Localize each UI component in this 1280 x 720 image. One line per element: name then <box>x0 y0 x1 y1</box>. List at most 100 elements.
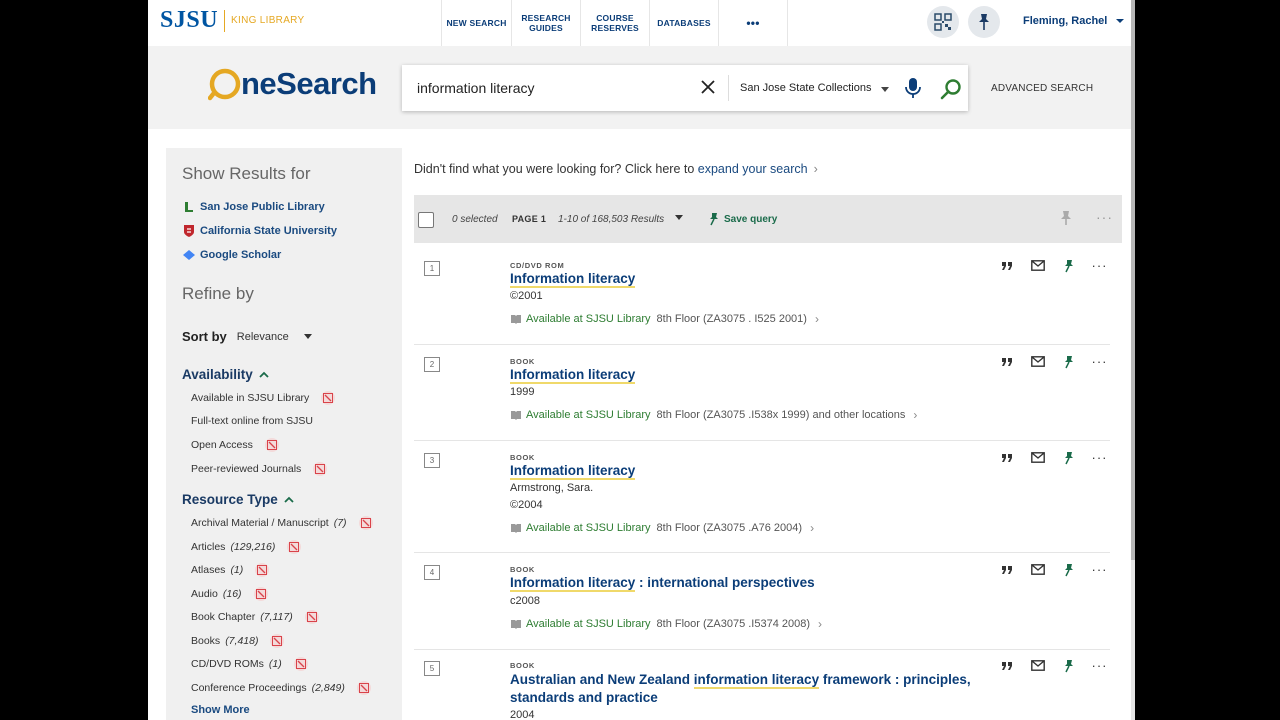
pin-icon[interactable] <box>1053 451 1084 465</box>
advanced-search-link[interactable]: ADVANCED SEARCH <box>991 83 1093 94</box>
more-actions-icon[interactable]: ··· <box>1096 209 1113 225</box>
microphone-icon[interactable] <box>904 77 922 99</box>
facets-sidebar: Show Results for San Jose Public Library… <box>166 148 402 720</box>
user-menu[interactable]: Fleming, Rachel <box>1023 15 1125 27</box>
exclude-icon[interactable] <box>313 462 328 476</box>
exclude-icon[interactable] <box>321 391 336 405</box>
facet-resource-type[interactable]: CD/DVD ROMs (1) <box>191 657 308 671</box>
result-title[interactable]: Information literacy <box>510 462 980 480</box>
expand-search-link[interactable]: expand your search <box>698 162 808 176</box>
exclude-icon[interactable] <box>304 610 319 624</box>
availability-status: Available at SJSU Library <box>526 522 651 534</box>
cite-icon[interactable] <box>991 357 1022 367</box>
availability-link[interactable]: Available at SJSU Library 8th Floor (ZA3… <box>510 312 819 326</box>
email-icon[interactable] <box>1022 356 1053 367</box>
pin-page-icon[interactable] <box>1060 210 1072 226</box>
pinned-items-button[interactable] <box>968 6 1000 38</box>
search-input[interactable]: information literacy <box>417 80 535 96</box>
exclude-icon[interactable] <box>264 438 279 452</box>
cite-icon[interactable] <box>991 261 1022 271</box>
pin-icon[interactable] <box>1053 659 1084 673</box>
qr-code-button[interactable] <box>927 6 959 38</box>
page-indicator: PAGE 1 <box>512 214 547 224</box>
availability-status: Available at SJSU Library <box>526 313 651 325</box>
email-icon[interactable] <box>1022 564 1053 575</box>
pin-icon[interactable] <box>1053 355 1084 369</box>
availability-link[interactable]: Available at SJSU Library 8th Floor (ZA3… <box>510 521 814 535</box>
nav-new-search[interactable]: NEW SEARCH <box>441 0 511 46</box>
facet-peer-reviewed[interactable]: Peer-reviewed Journals <box>191 462 328 476</box>
facet-resource-type[interactable]: Conference Proceedings (2,849) <box>191 681 371 695</box>
facet-resource-type[interactable]: Atlases (1) <box>191 563 270 577</box>
more-icon[interactable]: ··· <box>1084 258 1115 273</box>
facet-resource-type[interactable]: Articles (129,216) <box>191 540 302 554</box>
logo-divider <box>224 9 226 32</box>
facet-count: (1) <box>230 564 244 576</box>
email-icon[interactable] <box>1022 260 1053 271</box>
facet-full-text-online[interactable]: Full-text online from SJSU <box>191 415 313 427</box>
nav-course-reserves-label: COURSE RESERVES <box>591 13 639 33</box>
more-icon[interactable]: ··· <box>1084 562 1115 577</box>
result-date: c2008 <box>510 595 540 607</box>
exclude-icon[interactable] <box>255 563 270 577</box>
clear-search-icon[interactable] <box>700 78 716 96</box>
nav-more-button[interactable]: ••• <box>718 0 788 46</box>
pin-icon[interactable] <box>1053 259 1084 273</box>
exclude-icon[interactable] <box>358 516 373 530</box>
cite-icon[interactable] <box>991 565 1022 575</box>
nav-course-reserves[interactable]: COURSE RESERVES <box>580 0 649 46</box>
app-window: SJSU KING LIBRARY NEW SEARCH RESEARCH GUI… <box>148 0 1131 720</box>
facet-count: (7,418) <box>225 635 259 647</box>
facet-available-sjsu[interactable]: Available in SJSU Library <box>191 391 336 405</box>
result-author: Armstrong, Sara. <box>510 482 594 494</box>
availability-heading[interactable]: Availability <box>182 367 269 382</box>
more-icon[interactable]: ··· <box>1084 354 1115 369</box>
nav-databases[interactable]: DATABASES <box>649 0 718 46</box>
link-california-state-university[interactable]: California State University <box>182 224 337 238</box>
facet-open-access[interactable]: Open Access <box>191 438 279 452</box>
sort-control[interactable]: Sort by Relevance <box>182 329 313 344</box>
availability-link[interactable]: Available at SJSU Library 8th Floor (ZA3… <box>510 408 917 422</box>
resource-type-heading[interactable]: Resource Type <box>182 492 294 507</box>
facet-count: (16) <box>222 588 242 600</box>
nav-research-guides[interactable]: RESEARCH GUIDES <box>511 0 580 46</box>
more-icon[interactable]: ··· <box>1084 658 1115 673</box>
sjsu-king-library-logo[interactable]: SJSU KING LIBRARY <box>160 7 304 34</box>
facet-resource-type[interactable]: Audio (16) <box>191 587 268 601</box>
link-san-jose-public-library[interactable]: San Jose Public Library <box>182 200 325 214</box>
email-icon[interactable] <box>1022 660 1053 671</box>
exclude-icon[interactable] <box>253 587 268 601</box>
page-scrollbar[interactable] <box>1131 0 1135 720</box>
scope-caret-icon[interactable] <box>880 86 890 94</box>
result-title[interactable]: Australian and New Zealand information l… <box>510 671 980 707</box>
search-icon[interactable] <box>940 78 962 100</box>
email-icon[interactable] <box>1022 452 1053 463</box>
availability-link[interactable]: Available at SJSU Library 8th Floor (ZA3… <box>510 617 822 631</box>
more-icon[interactable]: ··· <box>1084 450 1115 465</box>
pin-icon[interactable] <box>1053 563 1084 577</box>
facet-resource-type[interactable]: Archival Material / Manuscript (7) <box>191 516 373 530</box>
result-title[interactable]: Information literacy : international per… <box>510 574 980 592</box>
range-caret-icon[interactable] <box>674 214 684 222</box>
exclude-icon[interactable] <box>270 634 285 648</box>
result-number: 3 <box>424 453 440 468</box>
facet-resource-type[interactable]: Books (7,418) <box>191 634 285 648</box>
save-query-button[interactable]: Save query <box>708 212 777 226</box>
cite-icon[interactable] <box>991 453 1022 463</box>
result-title[interactable]: Information literacy <box>510 270 980 288</box>
exclude-icon[interactable] <box>356 681 371 695</box>
result-title[interactable]: Information literacy <box>510 366 980 384</box>
user-name: Fleming, Rachel <box>1023 15 1108 27</box>
nav-new-search-label: NEW SEARCH <box>446 18 507 28</box>
link-google-scholar[interactable]: Google Scholar <box>182 248 281 262</box>
select-all-checkbox[interactable] <box>418 212 434 228</box>
onesearch-logo[interactable]: neSearch <box>208 66 377 102</box>
exclude-icon[interactable] <box>293 657 308 671</box>
scrollbar-thumb[interactable] <box>1131 0 1135 560</box>
search-scope-select[interactable]: San Jose State Collections <box>740 82 871 94</box>
search-box: information literacy San Jose State Coll… <box>402 65 968 111</box>
cite-icon[interactable] <box>991 661 1022 671</box>
facet-resource-type[interactable]: Book Chapter (7,117) <box>191 610 319 624</box>
show-more-link[interactable]: Show More <box>191 704 250 716</box>
exclude-icon[interactable] <box>287 540 302 554</box>
